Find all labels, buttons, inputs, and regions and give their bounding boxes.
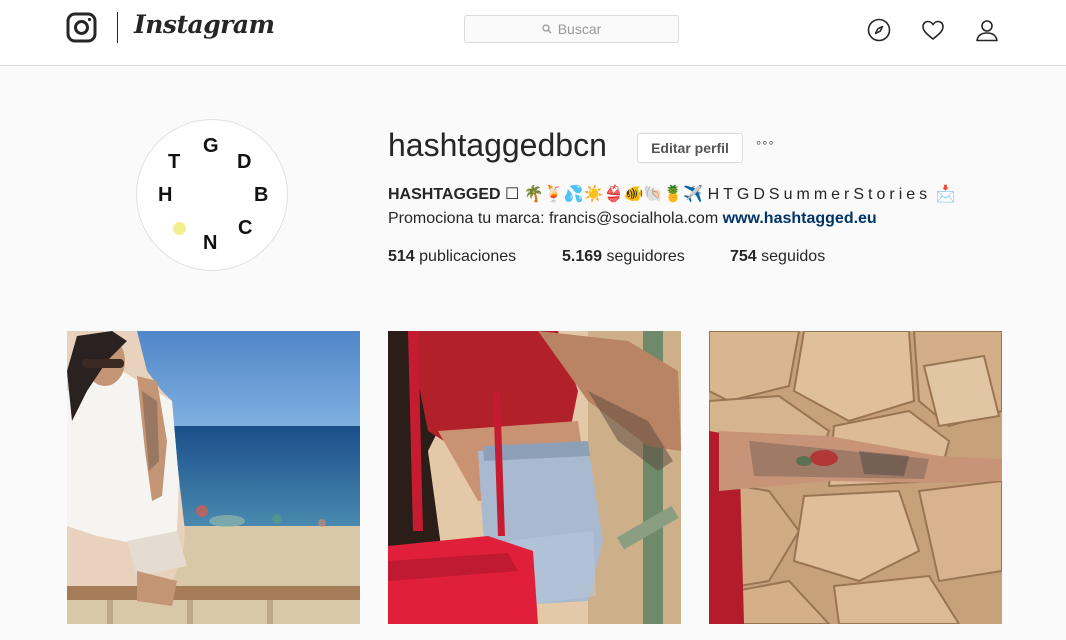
avatar-letter: N <box>203 232 218 254</box>
search-input[interactable]: Buscar <box>464 15 679 43</box>
heart-icon[interactable] <box>921 18 945 42</box>
bio-promo-line: Promociona tu marca: francis@socialhola.… <box>388 210 877 228</box>
stat-value: 5.169 <box>562 248 603 265</box>
profile-username: hashtaggedbcn <box>388 127 607 163</box>
post-image-stone-wall <box>709 331 1002 624</box>
search-placeholder: Buscar <box>557 21 602 37</box>
bio-headline: HASHTAGGED ☐ 🌴🍹💦☀️👙🐠🐚🍍✈️ HTGDSummerStori… <box>388 184 956 204</box>
profile-avatar[interactable]: T G D H B C N <box>136 119 288 271</box>
bio-end-emoji: 📩 <box>935 186 956 203</box>
bio-name: HASHTAGGED <box>388 186 501 203</box>
compass-icon[interactable] <box>867 18 891 42</box>
avatar-letter: T <box>168 151 181 173</box>
bio-hashtag-text: HTGDSummerStories <box>707 186 932 203</box>
bio-emojis: ☐ 🌴🍹💦☀️👙🐠🐚🍍✈️ <box>505 186 704 203</box>
nav-divider <box>117 12 118 43</box>
top-nav: Instagram Buscar <box>0 0 1066 66</box>
stat-followers[interactable]: 5.169 seguidores <box>562 248 730 266</box>
avatar-letter: B <box>254 184 269 206</box>
more-options-button[interactable]: °°° <box>756 138 775 153</box>
bio-promo-text: Promociona tu marca: francis@socialhola.… <box>388 210 719 227</box>
edit-profile-button[interactable]: Editar perfil <box>637 133 743 163</box>
stat-value: 754 <box>730 248 757 265</box>
post-thumbnail[interactable] <box>709 331 1002 624</box>
instagram-wordmark[interactable]: Instagram <box>134 10 275 39</box>
stat-value: 514 <box>388 248 415 265</box>
stat-label: seguidos <box>761 248 826 265</box>
post-thumbnail[interactable] <box>67 331 360 624</box>
bio-website-link[interactable]: www.hashtagged.eu <box>723 210 877 227</box>
post-thumbnail[interactable] <box>388 331 681 624</box>
post-image-beach <box>67 331 360 624</box>
avatar-letter: D <box>237 151 252 173</box>
stat-following[interactable]: 754 seguidos <box>730 248 825 266</box>
stat-posts: 514 publicaciones <box>388 248 562 266</box>
person-icon[interactable] <box>975 18 999 42</box>
avatar-letter: G <box>203 135 219 157</box>
avatar-letter: H <box>158 184 173 206</box>
search-icon <box>542 24 552 34</box>
post-image-red-bag <box>388 331 681 624</box>
stat-label: seguidores <box>606 248 685 265</box>
profile-stats: 514 publicaciones 5.169 seguidores 754 s… <box>388 248 825 266</box>
instagram-glyph-icon[interactable] <box>66 12 97 43</box>
avatar-dot <box>173 222 186 235</box>
stat-label: publicaciones <box>419 248 517 265</box>
avatar-letter: C <box>238 217 253 239</box>
